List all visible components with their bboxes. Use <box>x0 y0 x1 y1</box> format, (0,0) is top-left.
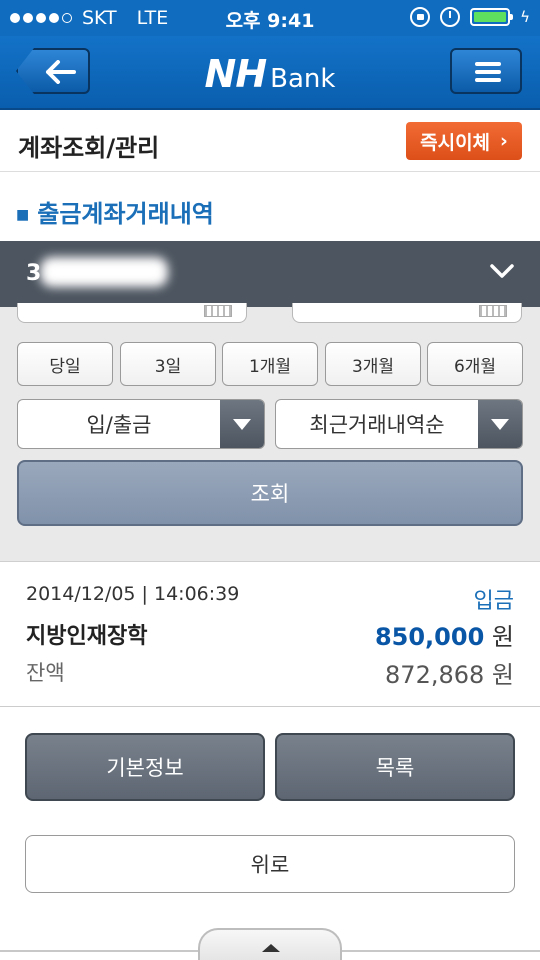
section-subtitle-label: 출금계좌거래내역 <box>37 200 214 228</box>
account-selector[interactable]: 3 <box>0 241 540 307</box>
calendar-icon[interactable] <box>479 305 507 317</box>
start-date-field[interactable] <box>17 303 247 323</box>
period-1month-button[interactable]: 1개월 <box>222 342 318 386</box>
menu-button[interactable] <box>450 48 522 94</box>
transaction-datetime: 2014/12/05 | 14:06:39 <box>26 583 240 605</box>
transaction-type-value: 입/출금 <box>86 413 152 437</box>
account-number-mask <box>40 257 168 287</box>
chevron-right-icon: › <box>500 130 508 152</box>
status-bar: SKT LTE 오후 9:41 ϟ <box>0 0 540 36</box>
period-3month-button[interactable]: 3개월 <box>325 342 421 386</box>
transaction-description: 지방인재장학 <box>26 624 148 649</box>
caret-up-icon <box>262 944 280 952</box>
period-today-button[interactable]: 당일 <box>17 342 113 386</box>
alarm-icon <box>440 7 461 27</box>
sort-order-value: 최근거래내역순 <box>309 413 445 437</box>
transaction-amount-unit: 원 <box>491 623 514 651</box>
transaction-type-select[interactable]: 입/출금 <box>17 399 265 449</box>
dropdown-arrow-icon[interactable] <box>478 400 522 448</box>
title-bar: 계좌조회/관리 즉시이체 › <box>0 112 540 172</box>
dropdown-arrow-icon[interactable] <box>220 400 264 448</box>
hamburger-menu-icon <box>475 62 501 66</box>
transaction-item[interactable]: 2014/12/05 | 14:06:39 입금 지방인재장학 850,000 … <box>0 563 540 707</box>
bottom-bar <box>0 928 540 960</box>
app-header: NH Bank <box>0 36 540 110</box>
instant-transfer-label: 즉시이체 <box>420 131 491 154</box>
logo-bank: Bank <box>270 64 336 94</box>
scroll-top-button[interactable]: 위로 <box>25 835 515 893</box>
period-3day-button[interactable]: 3일 <box>120 342 216 386</box>
page-title: 계좌조회/관리 <box>18 134 160 162</box>
bullet-icon: ■ <box>16 207 30 223</box>
bottom-menu-handle[interactable] <box>198 928 342 960</box>
charging-icon: ϟ <box>520 8 530 26</box>
transaction-amount-value: 850,000 <box>374 623 485 651</box>
rotation-lock-icon <box>410 7 431 27</box>
search-button[interactable]: 조회 <box>17 460 523 526</box>
transaction-type: 입금 <box>473 589 514 614</box>
battery-icon <box>470 8 514 26</box>
section-subtitle: ■ 출금계좌거래내역 <box>16 194 214 229</box>
sort-order-select[interactable]: 최근거래내역순 <box>275 399 523 449</box>
transaction-amount: 850,000 원 <box>375 617 514 652</box>
query-panel: 당일 3일 1개월 3개월 6개월 입/출금 최근거래내역순 조회 <box>0 303 540 562</box>
list-button[interactable]: 목록 <box>275 733 515 801</box>
calendar-icon[interactable] <box>204 305 232 317</box>
balance-label: 잔액 <box>26 661 65 685</box>
chevron-down-icon[interactable] <box>490 263 514 279</box>
logo-nh: NH <box>204 52 268 96</box>
end-date-field[interactable] <box>292 303 522 323</box>
balance-value: 872,868 원 <box>385 661 514 689</box>
basic-info-button[interactable]: 기본정보 <box>25 733 265 801</box>
instant-transfer-button[interactable]: 즉시이체 › <box>406 122 522 160</box>
period-6month-button[interactable]: 6개월 <box>427 342 523 386</box>
